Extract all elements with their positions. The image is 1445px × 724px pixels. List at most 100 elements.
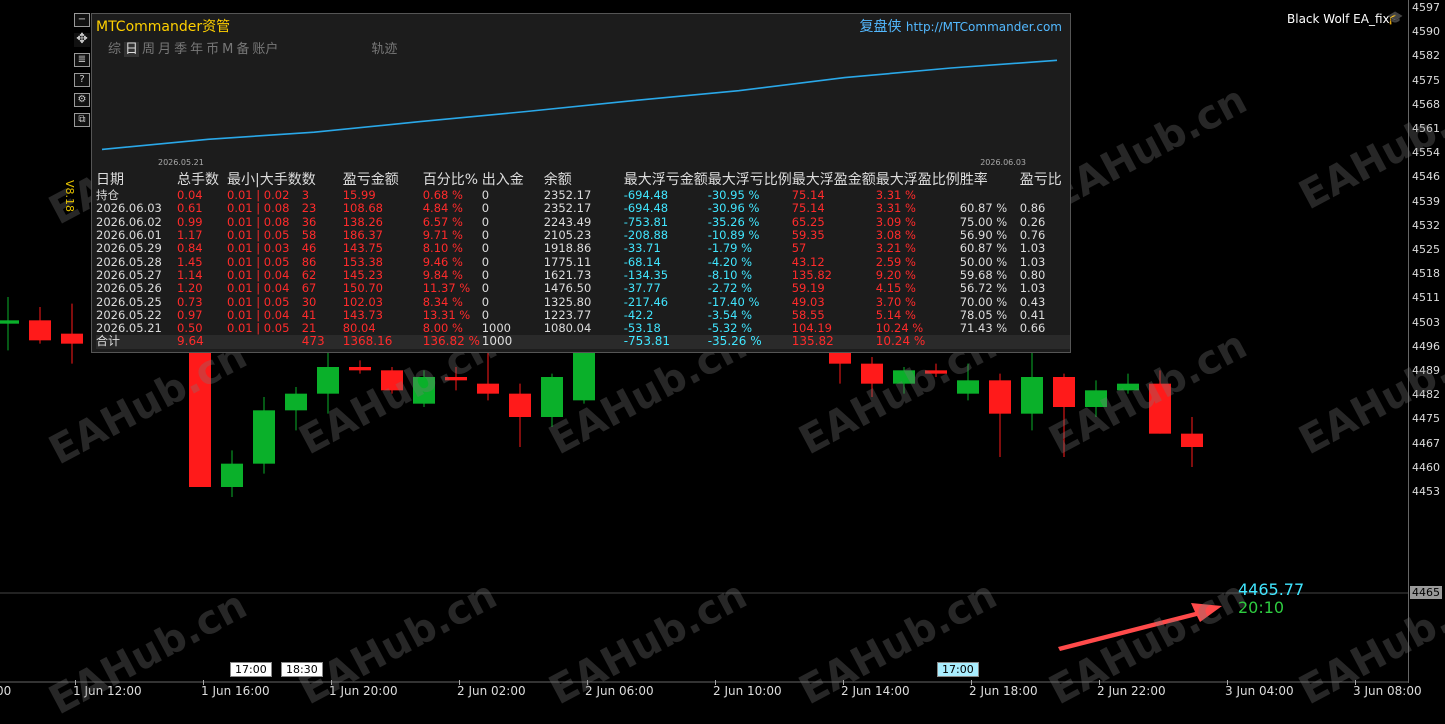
curve-start-date: 2026.05.21 [158,158,204,167]
panel-toolbar: − ✥ ≣ ? ⚙ ⧉ [72,10,92,133]
time-axis-label: 2 Jun 10:00 [713,684,782,698]
table-cell: 104.19 [791,321,832,336]
column-header: 总手数 [177,171,219,188]
table-cell: 0.01 | 0.04 [227,267,290,282]
bar-countdown: 20:10 [1238,598,1285,617]
brand-url[interactable]: http://MTCommander.com [906,20,1062,34]
column-header: 百分比% [422,171,479,188]
table-cell: -53.18 [623,321,661,336]
table-cell: 0.68 % [422,188,463,203]
table-cell: -753.81 [623,214,669,229]
table-cell: 0.99 [177,214,203,229]
table-row: 2026.05.22 0.97 0.01 | 0.04 41 143.73 13.31 %… [96,307,1070,322]
price-axis-label: 4518 [1412,267,1440,281]
table-row: 2026.05.29 0.84 0.01 | 0.03 46 143.75 8.10 % 0… [96,242,1070,255]
table-cell: 153.38 [342,254,383,269]
price-axis-label: 4546 [1412,170,1440,184]
candle-body [989,380,1011,414]
table-cell: 70.00 % [959,294,1008,309]
table-cell: 6.57 % [422,214,463,229]
session-marker: 17:00 [230,662,272,677]
table-cell: -10.89 % [707,228,760,243]
settings-icon[interactable]: ⚙ [74,93,90,107]
price-axis-label: 4539 [1412,194,1440,208]
table-cell: -33.71 [623,241,661,256]
table-cell: -3.54 % [707,307,753,322]
table-cell: 8.10 % [422,241,463,256]
table-cell: 0 [481,281,490,296]
document-icon[interactable]: ≣ [74,53,90,67]
table-cell: 75.00 % [959,214,1008,229]
table-cell: 49.03 [791,294,825,309]
candle-body [1053,377,1075,407]
candle-body [29,320,51,341]
table-cell: 0 [481,188,490,203]
table-cell: 58.55 [791,307,825,322]
restore-icon[interactable]: ⧉ [74,113,90,127]
table-cell: 2352.17 [543,188,592,203]
table-cell: 50.00 % [959,254,1008,269]
help-icon[interactable]: ? [74,73,90,87]
table-row: 2026.05.28 1.45 0.01 | 0.05 86 153.38 9.46 % 0… [96,255,1070,268]
version-label: V8.18 [63,180,76,213]
table-cell: 1.45 [177,254,203,269]
table-cell: -694.48 [623,188,669,203]
column-header: 最大浮亏金额 [623,171,708,188]
move-icon[interactable]: ✥ [74,32,90,47]
candle-body [541,377,563,417]
current-price-tag: 4465 [1410,586,1442,599]
table-cell: 4.84 % [422,201,463,216]
equity-line [101,59,1058,151]
table-cell: 1080.04 [543,321,592,336]
table-cell: 0 [481,294,490,309]
table-cell: 0.66 [1019,321,1046,336]
price-axis [1408,0,1409,683]
candle-body [477,383,499,394]
table-row: 2026.05.25 0.73 0.01 | 0.05 30 102.03 8.34 % 0… [96,295,1070,308]
table-cell: 15.99 [342,188,376,203]
candle-body [61,333,83,344]
table-cell: 0.01 | 0.04 [227,281,290,296]
table-cell: 1.03 [1019,254,1046,269]
table-cell: 60.87 % [959,241,1008,256]
table-cell: 0.01 | 0.05 [227,294,290,309]
table-cell: -35.26 % [707,335,792,349]
time-axis-label: 3 Jun 04:00 [1225,684,1294,698]
table-cell: 138.26 [342,214,383,229]
table-cell: 0.04 [177,188,203,203]
table-cell: 102.03 [342,294,383,309]
table-cell: -2.72 % [707,281,753,296]
table-cell: 0.01 | 0.04 [227,307,290,322]
candle-body [253,410,275,464]
table-cell: 135.82 [791,335,876,349]
table-cell: 3.70 % [875,294,916,309]
table-cell: -42.2 [623,307,654,322]
table-cell: 合计 [96,335,177,349]
candle-body [221,463,243,487]
table-cell: -1.79 % [707,241,753,256]
minimize-icon[interactable]: − [74,13,90,27]
table-cell [959,335,1020,349]
equity-curve [101,59,1058,151]
table-cell: 2026.05.22 [96,307,162,322]
table-cell: 143.73 [342,307,383,322]
table-cell: 65.25 [791,214,825,229]
time-axis-tick [459,680,460,685]
table-row: 2026.06.01 1.17 0.01 | 0.05 58 186.37 9.71 % 0… [96,228,1070,243]
ea-name-label[interactable]: Black Wolf EA_fix [1287,12,1390,26]
table-cell: 4.15 % [875,281,916,296]
table-cell: 2026.05.28 [96,254,162,269]
table-cell: 0 [481,214,490,229]
table-cell [1019,335,1070,349]
table-cell: 0.26 [1019,214,1046,229]
time-axis-tick [1227,680,1228,685]
time-axis-label: 2 Jun 02:00 [457,684,526,698]
table-cell: 1.20 [177,281,203,296]
price-axis-label: 4475 [1412,412,1440,426]
table-cell: 3.31 % [875,201,916,216]
brand-link[interactable]: 复盘侠 http://MTCommander.com [859,16,1062,36]
table-cell: 75.14 [791,201,825,216]
table-cell: 2026.05.25 [96,294,162,309]
table-cell: 0.01 | 0.03 [227,241,290,256]
table-cell [227,335,302,349]
